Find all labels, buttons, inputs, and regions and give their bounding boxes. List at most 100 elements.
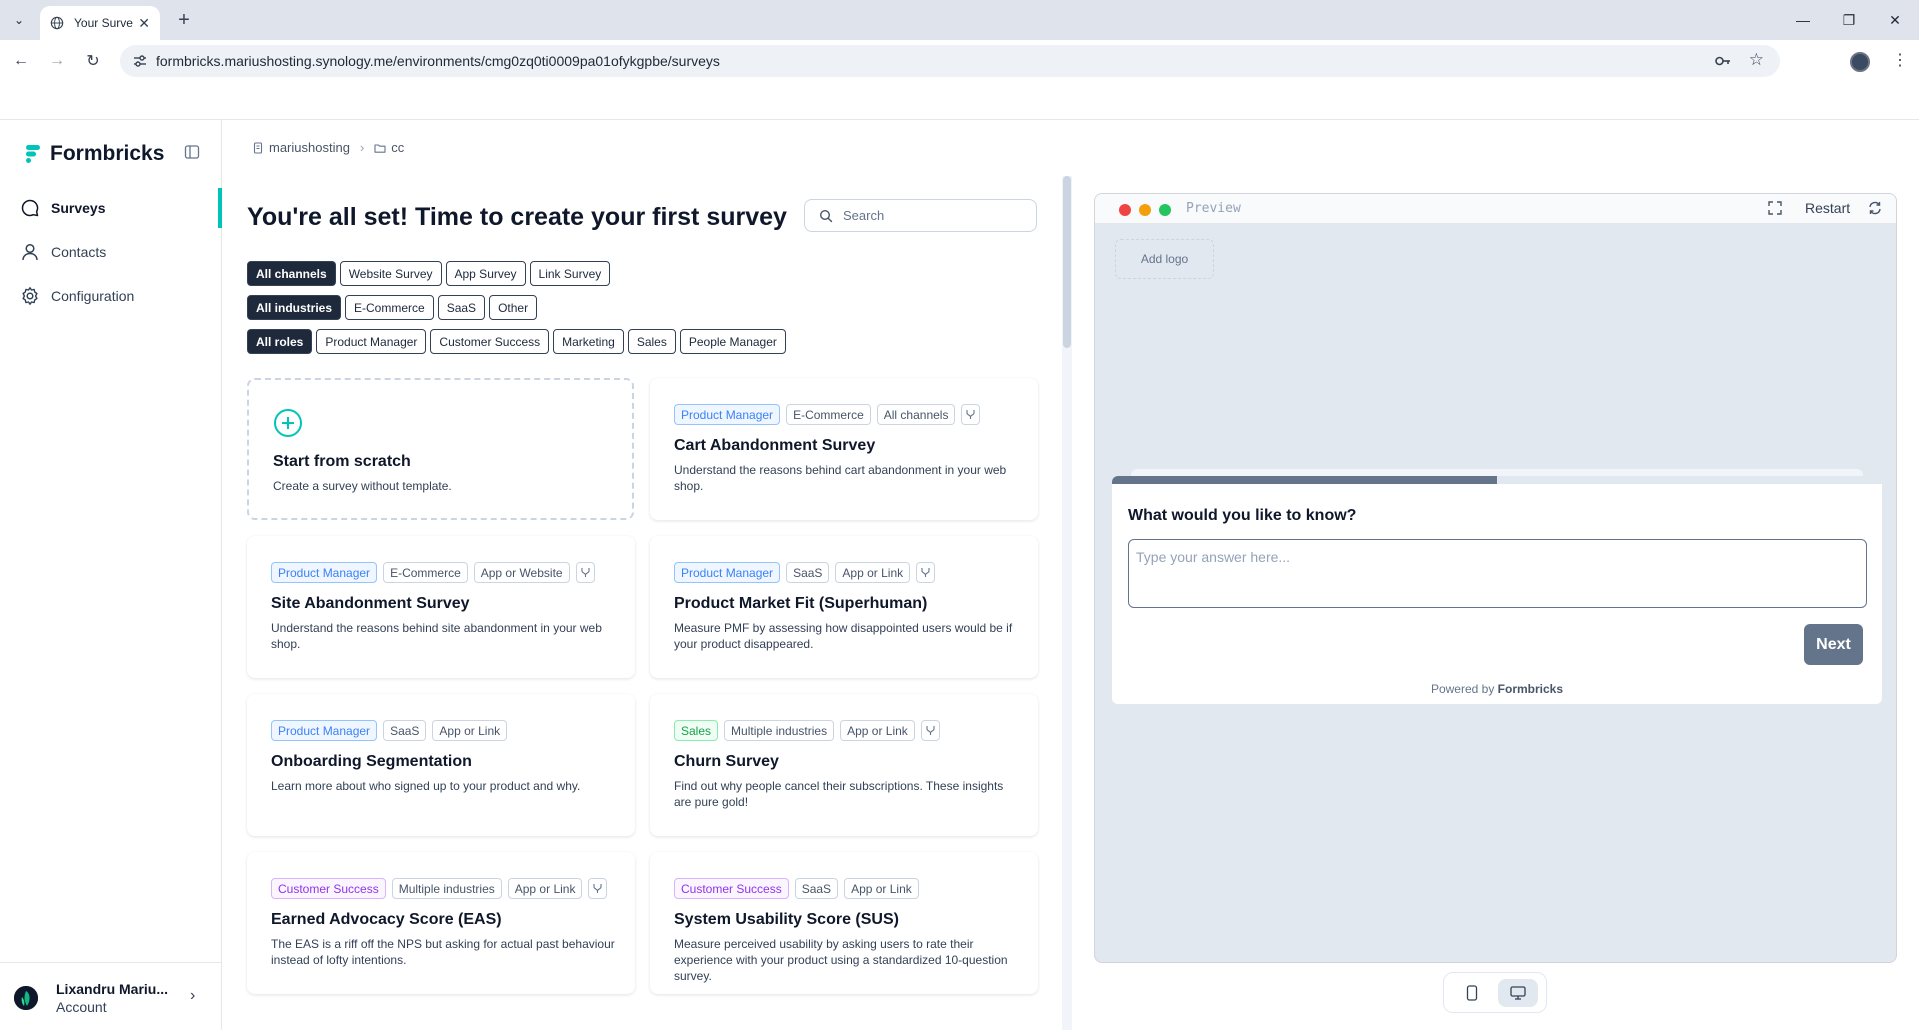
filter-saas[interactable]: SaaS (437, 295, 486, 320)
filter-customer-success[interactable]: Customer Success (430, 329, 550, 354)
new-tab-icon[interactable]: + (172, 8, 196, 32)
filter-all-industries[interactable]: All industries (247, 295, 342, 320)
filter-marketing[interactable]: Marketing (553, 329, 624, 354)
card-title: Start from scratch (273, 453, 411, 470)
sidebar-item-surveys[interactable]: Surveys (0, 188, 222, 228)
filter-sales[interactable]: Sales (627, 329, 676, 354)
template-card[interactable]: Product Manager SaaS App or Link Product… (650, 536, 1038, 678)
channel-tag: App or Website (473, 562, 570, 583)
industry-tag: SaaS (383, 720, 427, 741)
template-card[interactable]: Customer Success Multiple industries App… (247, 852, 635, 994)
reload-icon[interactable]: ↻ (81, 49, 105, 73)
minimize-icon[interactable]: — (1780, 6, 1826, 34)
filter-people-manager[interactable]: People Manager (679, 329, 786, 354)
card-title: Product Market Fit (Superhuman) (674, 595, 928, 612)
brand-name: Formbricks (50, 142, 165, 165)
close-icon[interactable]: ✕ (138, 15, 150, 32)
preview-header: Preview Restart (1095, 194, 1896, 224)
tab-search-icon[interactable]: ⌄ (8, 9, 30, 31)
forward-icon[interactable]: → (45, 49, 69, 73)
filter-product-manager[interactable]: Product Manager (316, 329, 427, 354)
expand-icon[interactable] (1767, 200, 1783, 216)
industry-tag: SaaS (794, 878, 839, 899)
user-account-label: Account (56, 999, 107, 1015)
breadcrumb-project[interactable]: cc (391, 140, 404, 155)
browser-tabstrip: ⌄ Your Surve ✕ + — ❐ ✕ (0, 0, 1919, 40)
branching-icon (575, 562, 595, 583)
plus-circle-icon (274, 409, 302, 437)
restart-button[interactable]: Restart (1805, 200, 1850, 216)
powered-by: Powered by Formbricks (1112, 682, 1882, 696)
card-description: The EAS is a riff off the NPS but asking… (271, 937, 615, 967)
folder-icon (374, 143, 386, 153)
role-tag: Customer Success (271, 878, 386, 899)
browser-toolbar: ← → ↻ formbricks.mariushosting.synology.… (0, 40, 1919, 82)
channel-filters: All channels Website Survey App Survey L… (247, 261, 611, 286)
avatar (14, 986, 38, 1010)
template-card[interactable]: Product Manager E-Commerce App or Websit… (247, 536, 635, 678)
address-bar[interactable]: formbricks.mariushosting.synology.me/env… (120, 45, 1780, 77)
card-title: Churn Survey (674, 753, 779, 770)
filter-website-survey[interactable]: Website Survey (339, 261, 442, 286)
filter-e-commerce[interactable]: E-Commerce (345, 295, 434, 320)
site-info-icon[interactable] (132, 53, 148, 69)
role-tag: Sales (674, 720, 719, 741)
account-menu[interactable]: Lixandru Mariu... Account › (0, 962, 222, 1030)
progress-fill (1112, 476, 1497, 484)
browser-tab[interactable]: Your Surve ✕ (40, 6, 160, 40)
template-card[interactable]: Product Manager E-Commerce All channels … (650, 378, 1038, 520)
sidebar-item-label: Surveys (51, 200, 106, 216)
filter-link-survey[interactable]: Link Survey (529, 261, 611, 286)
branching-icon (961, 404, 981, 425)
formbricks-logo-icon (26, 145, 40, 163)
filter-all-channels[interactable]: All channels (247, 261, 336, 286)
brand[interactable]: Formbricks (26, 142, 164, 166)
sidebar-item-contacts[interactable]: Contacts (0, 232, 222, 272)
profile-avatar[interactable] (1850, 52, 1870, 72)
user-icon (22, 243, 38, 261)
next-button[interactable]: Next (1804, 624, 1863, 665)
industry-tag: Multiple industries (724, 720, 835, 741)
bookmark-star-icon[interactable]: ☆ (1749, 50, 1764, 70)
add-logo-button[interactable]: Add logo (1115, 239, 1214, 279)
restore-icon[interactable]: ❐ (1826, 6, 1872, 34)
template-card[interactable]: Product Manager SaaS App or Link Onboard… (247, 694, 635, 836)
sidebar-item-configuration[interactable]: Configuration (0, 276, 222, 316)
card-tags: Product Manager SaaS App or Link (674, 562, 936, 583)
card-title: Onboarding Segmentation (271, 753, 472, 770)
collapse-sidebar-button[interactable] (180, 140, 204, 164)
green-dot-icon (1159, 204, 1171, 216)
user-name: Lixandru Mariu... (56, 981, 169, 997)
window-close-icon[interactable]: ✕ (1872, 6, 1918, 34)
mobile-view-button[interactable] (1452, 979, 1492, 1007)
channel-tag: App or Link (840, 720, 915, 741)
card-tags: Sales Multiple industries App or Link (674, 720, 940, 741)
sidebar-toggle-icon (184, 145, 200, 159)
branching-icon (588, 878, 608, 899)
desktop-view-button[interactable] (1498, 979, 1538, 1007)
filter-app-survey[interactable]: App Survey (445, 261, 526, 286)
chevron-right-icon: › (359, 140, 365, 155)
answer-input[interactable] (1128, 539, 1867, 608)
branching-icon (920, 720, 940, 741)
sidebar-item-label: Contacts (51, 244, 107, 260)
card-description: Learn more about who signed up to your p… (271, 779, 581, 793)
yellow-dot-icon (1139, 204, 1151, 216)
template-card[interactable]: Customer Success SaaS App or Link System… (650, 852, 1038, 994)
template-card[interactable]: Sales Multiple industries App or Link Ch… (650, 694, 1038, 836)
industry-tag: E-Commerce (786, 404, 871, 425)
scrollbar-thumb[interactable] (1063, 176, 1071, 348)
key-icon[interactable] (1714, 52, 1732, 70)
refresh-icon[interactable] (1867, 200, 1883, 216)
back-icon[interactable]: ← (9, 49, 33, 73)
start-from-scratch-card[interactable]: Start from scratch Create a survey witho… (247, 378, 634, 520)
search-input[interactable]: Search (804, 199, 1037, 232)
filter-all-roles[interactable]: All roles (247, 329, 313, 354)
survey-card: What would you like to know? Next Powere… (1112, 476, 1882, 704)
powered-brand: Formbricks (1497, 682, 1564, 696)
breadcrumb-org[interactable]: mariushosting (269, 140, 350, 155)
filter-other[interactable]: Other (489, 295, 538, 320)
channel-tag: App or Link (835, 562, 911, 583)
breadcrumb: mariushosting › cc (252, 140, 404, 155)
more-menu-icon[interactable]: ⋮ (1892, 50, 1908, 70)
